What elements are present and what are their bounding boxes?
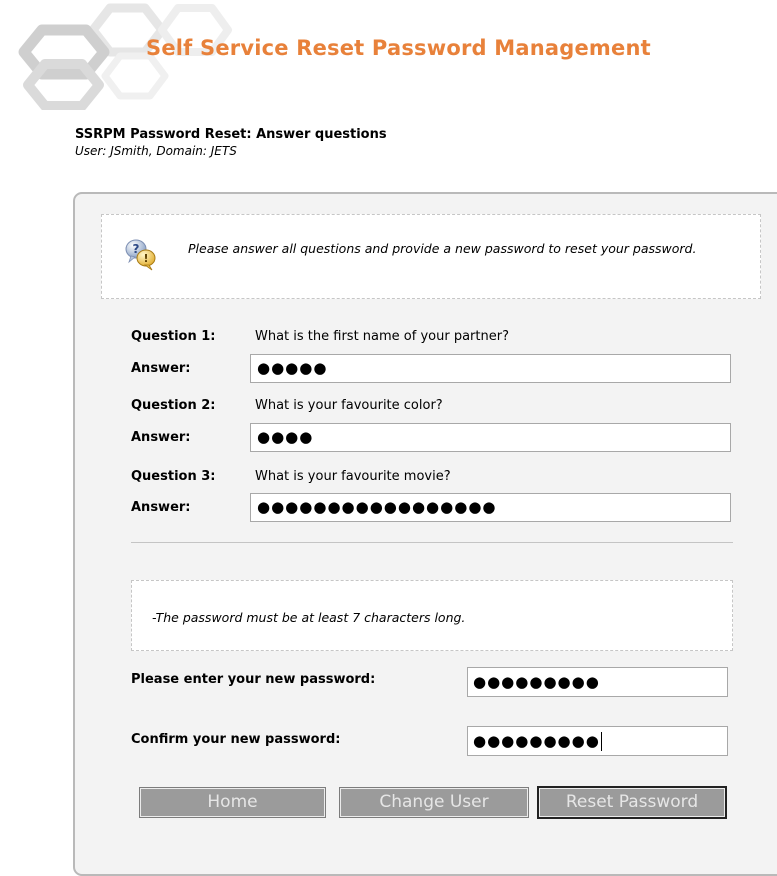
confirm-password-label: Confirm your new password:	[131, 732, 341, 747]
section-divider	[131, 542, 733, 543]
svg-text:!: !	[143, 252, 148, 265]
question-1-label: Question 1:	[131, 329, 216, 344]
answer-2-input[interactable]: ●●●●	[250, 423, 731, 452]
page-title: SSRPM Password Reset: Answer questions	[75, 127, 387, 142]
question-2-label: Question 2:	[131, 398, 216, 413]
question-1-text: What is the first name of your partner?	[255, 329, 509, 344]
answer-3-input[interactable]: ●●●●●●●●●●●●●●●●●	[250, 493, 731, 522]
home-button[interactable]: Home	[139, 787, 326, 818]
confirm-password-value: ●●●●●●●●●	[473, 732, 600, 750]
answer-2-label: Answer:	[131, 430, 191, 445]
instructions-text: Please answer all questions and provide …	[188, 241, 697, 256]
text-cursor	[600, 732, 602, 751]
answer-3-label: Answer:	[131, 500, 191, 515]
reset-password-button[interactable]: Reset Password	[537, 786, 727, 819]
new-password-input[interactable]: ●●●●●●●●●	[467, 667, 728, 697]
question-3-label: Question 3:	[131, 469, 216, 484]
question-3-text: What is your favourite movie?	[255, 469, 451, 484]
app-title: Self Service Reset Password Management	[146, 36, 651, 60]
instructions-box: ? ! Please answer all questions and prov…	[101, 214, 761, 299]
question-2-text: What is your favourite color?	[255, 398, 443, 413]
password-rules-box: -The password must be at least 7 charact…	[131, 580, 733, 651]
password-rules-text: -The password must be at least 7 charact…	[152, 610, 466, 625]
confirm-password-input[interactable]: ●●●●●●●●●	[467, 726, 728, 756]
user-domain-info: User: JSmith, Domain: JETS	[75, 144, 237, 158]
answer-1-input[interactable]: ●●●●●	[250, 354, 731, 383]
new-password-label: Please enter your new password:	[131, 672, 376, 687]
help-question-icon: ? !	[125, 239, 156, 271]
change-user-button[interactable]: Change User	[339, 787, 529, 818]
answer-1-label: Answer:	[131, 361, 191, 376]
